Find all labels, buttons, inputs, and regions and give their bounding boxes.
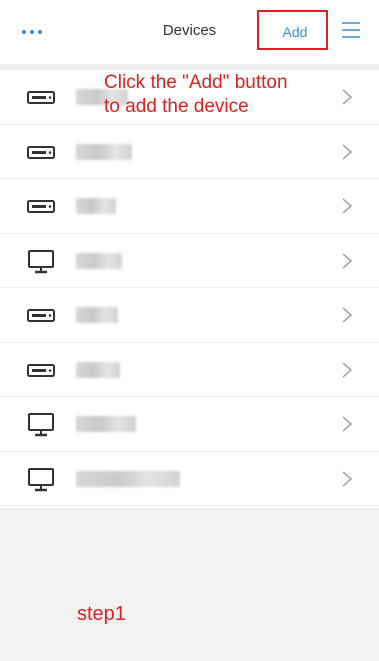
chevron-right-icon xyxy=(342,143,353,160)
add-button[interactable]: Add xyxy=(273,21,317,43)
empty-area xyxy=(0,508,379,661)
device-row[interactable] xyxy=(0,397,379,452)
dvr-icon xyxy=(27,200,55,213)
device-name-redacted xyxy=(76,416,136,432)
device-name-redacted xyxy=(76,198,116,214)
monitor-icon xyxy=(28,467,54,491)
device-row[interactable] xyxy=(0,124,379,179)
device-row[interactable] xyxy=(0,451,379,506)
chevron-right-icon xyxy=(342,361,353,378)
device-name-redacted xyxy=(76,143,132,160)
instruction-annotation: Click the "Add" button to add the device xyxy=(104,71,364,119)
step-label: step1 xyxy=(77,603,126,625)
dvr-icon xyxy=(27,309,55,322)
monitor-icon xyxy=(28,249,54,273)
annotation-line-2: to add the device xyxy=(104,96,249,117)
device-row[interactable] xyxy=(0,342,379,397)
monitor-icon xyxy=(28,413,54,437)
device-row[interactable] xyxy=(0,233,379,288)
device-name-redacted xyxy=(76,470,180,487)
dvr-icon xyxy=(27,363,55,377)
chevron-right-icon xyxy=(342,252,353,269)
top-bar: Devices Add xyxy=(0,0,379,64)
device-list xyxy=(0,70,379,506)
chevron-right-icon xyxy=(342,307,353,323)
chevron-right-icon xyxy=(342,198,353,214)
dvr-icon xyxy=(27,91,55,104)
device-row[interactable] xyxy=(0,179,379,234)
device-row[interactable] xyxy=(0,288,379,343)
dvr-icon xyxy=(27,145,55,159)
chevron-right-icon xyxy=(342,470,353,487)
list-menu-icon[interactable] xyxy=(341,20,361,40)
device-name-redacted xyxy=(76,252,122,269)
device-name-redacted xyxy=(76,361,120,378)
chevron-right-icon xyxy=(342,416,353,432)
device-name-redacted xyxy=(76,307,118,323)
annotation-line-1: Click the "Add" button xyxy=(104,72,288,93)
